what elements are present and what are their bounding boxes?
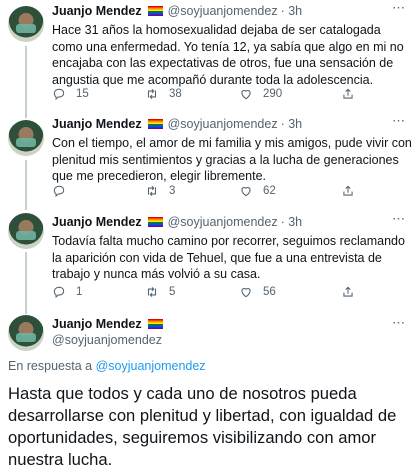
tweet-actions: 15 38 290: [52, 87, 355, 103]
reply-button[interactable]: [52, 184, 76, 198]
like-button[interactable]: 290: [239, 87, 282, 101]
like-count: 56: [263, 286, 276, 298]
avatar[interactable]: [8, 6, 44, 42]
author-handle[interactable]: @soyjuanjomendez: [168, 215, 278, 229]
tweet-time[interactable]: · 3h: [281, 117, 303, 131]
reply-prefix: En respuesta a: [8, 359, 93, 373]
share-button[interactable]: [341, 285, 355, 299]
share-icon: [343, 286, 353, 297]
rainbow-flag-icon: [147, 6, 163, 16]
tweet-header: Juanjo Mendez @soyjuanjomendez · 3h: [52, 215, 302, 229]
tweet-text: Con el tiempo, el amor de mi familia y m…: [52, 136, 412, 183]
tweet-time[interactable]: · 3h: [281, 4, 303, 18]
retweet-icon: [147, 185, 157, 197]
main-tweet-text: Hasta que todos y cada uno de nosotros p…: [8, 384, 397, 469]
rainbow-flag-icon: [147, 319, 163, 329]
retweet-count: 38: [169, 88, 182, 100]
reply-button[interactable]: 1: [52, 285, 82, 299]
thread-connector: [25, 252, 27, 314]
tweet-time[interactable]: · 3h: [281, 215, 303, 229]
retweet-button[interactable]: 38: [145, 87, 182, 101]
like-count: 62: [263, 185, 276, 197]
rainbow-flag-icon: [147, 217, 163, 227]
tweet-actions: 3 62: [52, 184, 355, 200]
share-button[interactable]: [341, 87, 355, 101]
tweet-header: Juanjo Mendez: [52, 317, 168, 331]
more-icon[interactable]: ⋯: [392, 315, 406, 331]
reply-count: 1: [76, 286, 83, 298]
retweet-icon: [147, 88, 157, 100]
share-icon: [343, 185, 353, 196]
retweet-button[interactable]: 5: [145, 285, 175, 299]
like-count: 290: [263, 88, 283, 100]
rainbow-flag-icon: [147, 119, 163, 129]
heart-icon: [241, 90, 251, 100]
heart-icon: [241, 187, 251, 197]
reply-icon: [53, 88, 65, 101]
retweet-icon: [147, 286, 157, 298]
retweet-count: 3: [169, 185, 176, 197]
reply-to-link[interactable]: @soyjuanjomendez: [96, 359, 206, 373]
tweet-header: Juanjo Mendez @soyjuanjomendez · 3h: [52, 4, 302, 18]
retweet-button[interactable]: 3: [145, 184, 175, 198]
avatar[interactable]: [8, 120, 44, 156]
like-button[interactable]: 62: [239, 184, 276, 198]
tweet-text: Todavía falta mucho camino por recorrer,…: [52, 234, 405, 281]
avatar[interactable]: [8, 213, 44, 249]
more-icon[interactable]: ⋯: [392, 211, 406, 227]
share-icon: [343, 88, 353, 99]
retweet-count: 5: [169, 286, 176, 298]
author-handle[interactable]: @soyjuanjomendez: [168, 117, 278, 131]
more-icon[interactable]: ⋯: [392, 0, 406, 16]
reply-icon: [53, 185, 65, 198]
tweet-header: Juanjo Mendez @soyjuanjomendez · 3h: [52, 117, 302, 131]
author-name[interactable]: Juanjo Mendez: [52, 215, 142, 229]
author-name[interactable]: Juanjo Mendez: [52, 117, 142, 131]
avatar[interactable]: [8, 315, 44, 351]
more-icon[interactable]: ⋯: [392, 113, 406, 129]
thread-connector: [25, 160, 27, 210]
reply-context: En respuesta a @soyjuanjomendez: [8, 359, 206, 373]
reply-button[interactable]: 15: [52, 87, 89, 101]
heart-icon: [241, 288, 251, 298]
share-button[interactable]: [341, 184, 355, 198]
author-handle[interactable]: @soyjuanjomendez: [168, 4, 278, 18]
like-button[interactable]: 56: [239, 285, 276, 299]
author-name[interactable]: Juanjo Mendez: [52, 317, 142, 331]
reply-icon: [53, 286, 65, 299]
thread-connector: [25, 46, 27, 118]
tweet-actions: 1 5 56: [52, 285, 355, 301]
reply-count: 15: [76, 88, 89, 100]
author-handle[interactable]: @soyjuanjomendez: [52, 333, 162, 347]
author-name[interactable]: Juanjo Mendez: [52, 4, 142, 18]
tweet-text: Hace 31 años la homosexualidad dejaba de…: [52, 23, 404, 87]
